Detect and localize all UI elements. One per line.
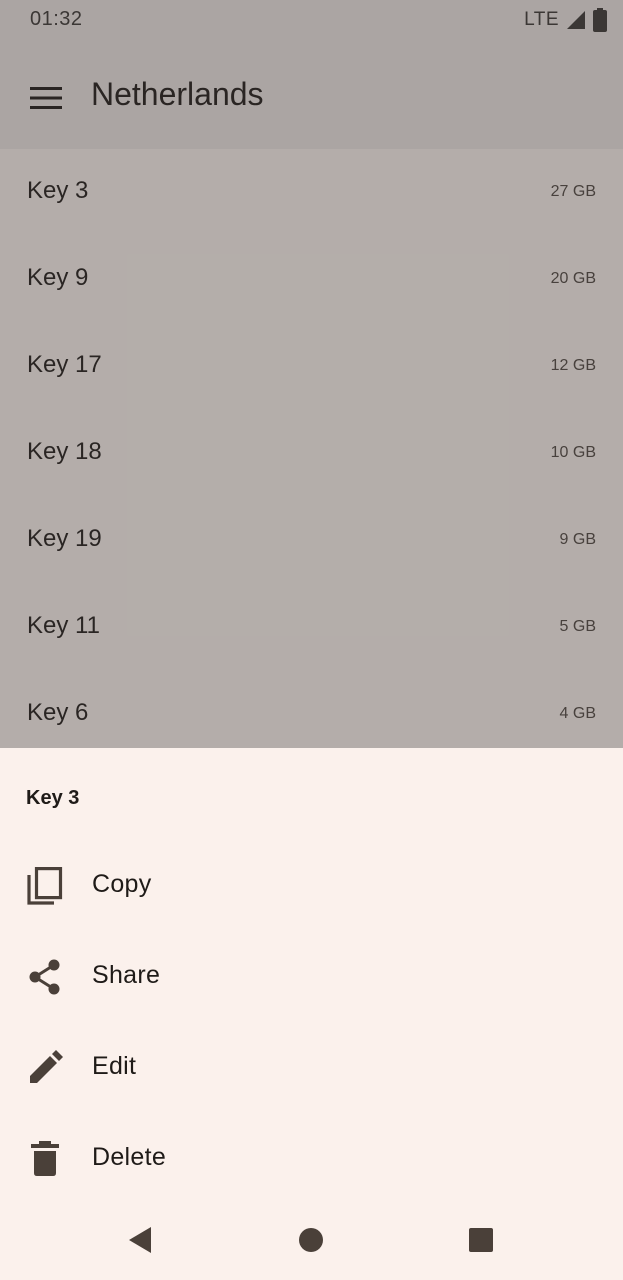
delete-action[interactable]: Delete <box>0 1113 623 1204</box>
copy-icon <box>27 867 63 905</box>
back-icon <box>129 1227 151 1253</box>
sheet-title: Key 3 <box>26 787 80 809</box>
copy-action[interactable]: Copy <box>0 840 623 931</box>
modal-scrim[interactable] <box>0 0 623 748</box>
edit-label: Edit <box>92 1052 137 1080</box>
delete-icon <box>31 1141 59 1176</box>
recents-button[interactable] <box>457 1216 505 1264</box>
navigation-bar <box>0 1200 623 1280</box>
share-label: Share <box>92 961 161 989</box>
home-icon <box>299 1228 323 1252</box>
edit-icon <box>30 1050 63 1083</box>
copy-label: Copy <box>92 870 152 898</box>
share-icon <box>29 959 60 995</box>
home-button[interactable] <box>287 1216 335 1264</box>
edit-action[interactable]: Edit <box>0 1022 623 1113</box>
delete-label: Delete <box>92 1143 167 1171</box>
bottom-sheet: Key 3 Copy Share Edit Delete <box>0 748 623 1280</box>
share-action[interactable]: Share <box>0 931 623 1022</box>
back-button[interactable] <box>116 1216 164 1264</box>
recents-icon <box>469 1228 493 1252</box>
